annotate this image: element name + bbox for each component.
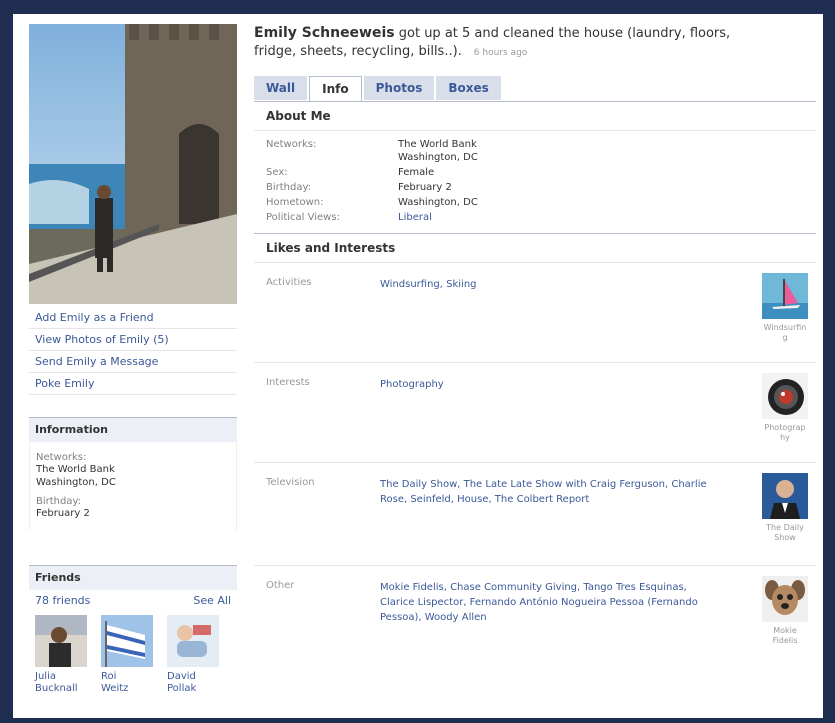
status-update: Emily Schneeweis got up at 5 and cleaned… [254,24,774,62]
about-row-birthday: Birthday: February 2 [254,180,816,195]
friend-first-name[interactable]: David [167,671,219,683]
profile-name[interactable]: Emily Schneeweis [254,25,395,41]
networks-line1: The World Bank [398,139,477,150]
info-content: About Me Networks: The World Bank Washin… [254,101,816,676]
birthday-label: Birthday: [36,496,82,507]
networks-value-line2: Washington, DC [36,477,116,488]
likes-thumb[interactable]: The Daily Show [762,473,808,543]
thumb-caption: The Daily Show [766,523,804,542]
likes-label: Television [266,477,315,488]
likes-television: Television The Daily Show, The Late Late… [254,463,816,566]
about-value: Female [398,167,435,178]
profile-actions: Add Emily as a Friend View Photos of Emi… [29,307,237,395]
about-label: Birthday: [266,182,312,193]
thumb-caption: Mokie Fidelis [772,626,798,645]
profile-photo[interactable] [29,24,237,304]
likes-values[interactable]: Mokie Fidelis, Chase Community Giving, T… [380,580,720,625]
likes-label: Other [266,580,295,591]
status-area: Emily Schneeweis got up at 5 and cleaned… [254,24,814,62]
likes-thumb[interactable]: Windsurfin g [762,273,808,343]
friend-avatar[interactable] [101,615,153,667]
likes-activities: Activities Windsurfing, Skiing Windsurfi… [254,263,816,363]
thumb-caption: Windsurfin g [763,323,807,342]
friend-list: Julia Bucknall Roi Weitz David Pollak [29,611,237,699]
likes-title: Likes and Interests [254,233,816,263]
about-me-list: Networks: The World Bank Washington, DC … [254,131,816,225]
about-value: February 2 [398,182,452,193]
political-views-link[interactable]: Liberal [398,211,432,224]
friends-count-link[interactable]: 78 friends [35,594,90,607]
thumb-caption: Photograp hy [764,423,806,442]
view-photos-link[interactable]: View Photos of Emily (5) [29,329,237,351]
information-box-body: Networks: The World Bank Washington, DC … [29,442,237,530]
about-label: Sex: [266,167,288,178]
likes-thumb[interactable]: Mokie Fidelis [762,576,808,646]
friend-first-name[interactable]: Julia [35,671,87,683]
tv-host-photo-icon[interactable] [762,473,808,519]
about-value: Washington, DC [398,197,478,208]
about-row-networks: Networks: The World Bank Washington, DC [254,137,816,165]
see-all-link[interactable]: See All [193,594,231,607]
left-column: Add Emily as a Friend View Photos of Emi… [29,24,237,395]
friends-count-row: 78 friends See All [29,590,237,611]
about-me-title: About Me [254,102,816,131]
about-row-political-views: Political Views: Liberal [254,210,816,225]
likes-values[interactable]: Photography [380,377,720,392]
friend-item[interactable]: Julia Bucknall [35,615,87,695]
tab-boxes[interactable]: Boxes [436,76,501,100]
about-label: Political Views: [266,212,340,223]
likes-thumb[interactable]: Photograp hy [762,373,808,443]
about-label: Networks: [266,139,317,150]
send-message-link[interactable]: Send Emily a Message [29,351,237,373]
add-friend-link[interactable]: Add Emily as a Friend [29,307,237,329]
information-box-title: Information [29,417,237,442]
profile-tabs: Wall Info Photos Boxes [254,76,503,102]
likes-values[interactable]: Windsurfing, Skiing [380,277,720,292]
networks-line2: Washington, DC [398,152,478,163]
about-row-sex: Sex: Female [254,165,816,180]
tab-info[interactable]: Info [309,76,362,102]
tab-photos[interactable]: Photos [363,76,435,100]
friend-first-name[interactable]: Roi [101,671,153,683]
friend-last-name[interactable]: Weitz [101,683,153,695]
friend-avatar[interactable] [35,615,87,667]
information-box: Information Networks: The World Bank Was… [29,417,237,530]
likes-values[interactable]: The Daily Show, The Late Late Show with … [380,477,720,507]
networks-label: Networks: [36,452,87,463]
likes-interests: Interests Photography Photograp hy [254,363,816,463]
friend-avatar[interactable] [167,615,219,667]
friend-last-name[interactable]: Bucknall [35,683,87,695]
puppy-photo-icon[interactable] [762,576,808,622]
friends-box: Friends 78 friends See All Julia Bucknal… [29,565,237,699]
networks-value-line1: The World Bank [36,464,115,475]
friend-last-name[interactable]: Pollak [167,683,219,695]
likes-other: Other Mokie Fidelis, Chase Community Giv… [254,566,816,676]
birthday-value: February 2 [36,508,90,519]
friends-box-title: Friends [29,565,237,590]
likes-label: Activities [266,277,312,288]
poke-link[interactable]: Poke Emily [29,373,237,395]
about-label: Hometown: [266,197,324,208]
friend-item[interactable]: David Pollak [167,615,219,695]
windsurfing-photo-icon[interactable] [762,273,808,319]
profile-page: Add Emily as a Friend View Photos of Emi… [13,14,823,718]
about-row-hometown: Hometown: Washington, DC [254,195,816,210]
friend-item[interactable]: Roi Weitz [101,615,153,695]
camera-lens-photo-icon[interactable] [762,373,808,419]
about-value: The World Bank Washington, DC [398,138,478,164]
likes-label: Interests [266,377,310,388]
tab-wall[interactable]: Wall [254,76,308,100]
status-time: 6 hours ago [473,48,528,58]
